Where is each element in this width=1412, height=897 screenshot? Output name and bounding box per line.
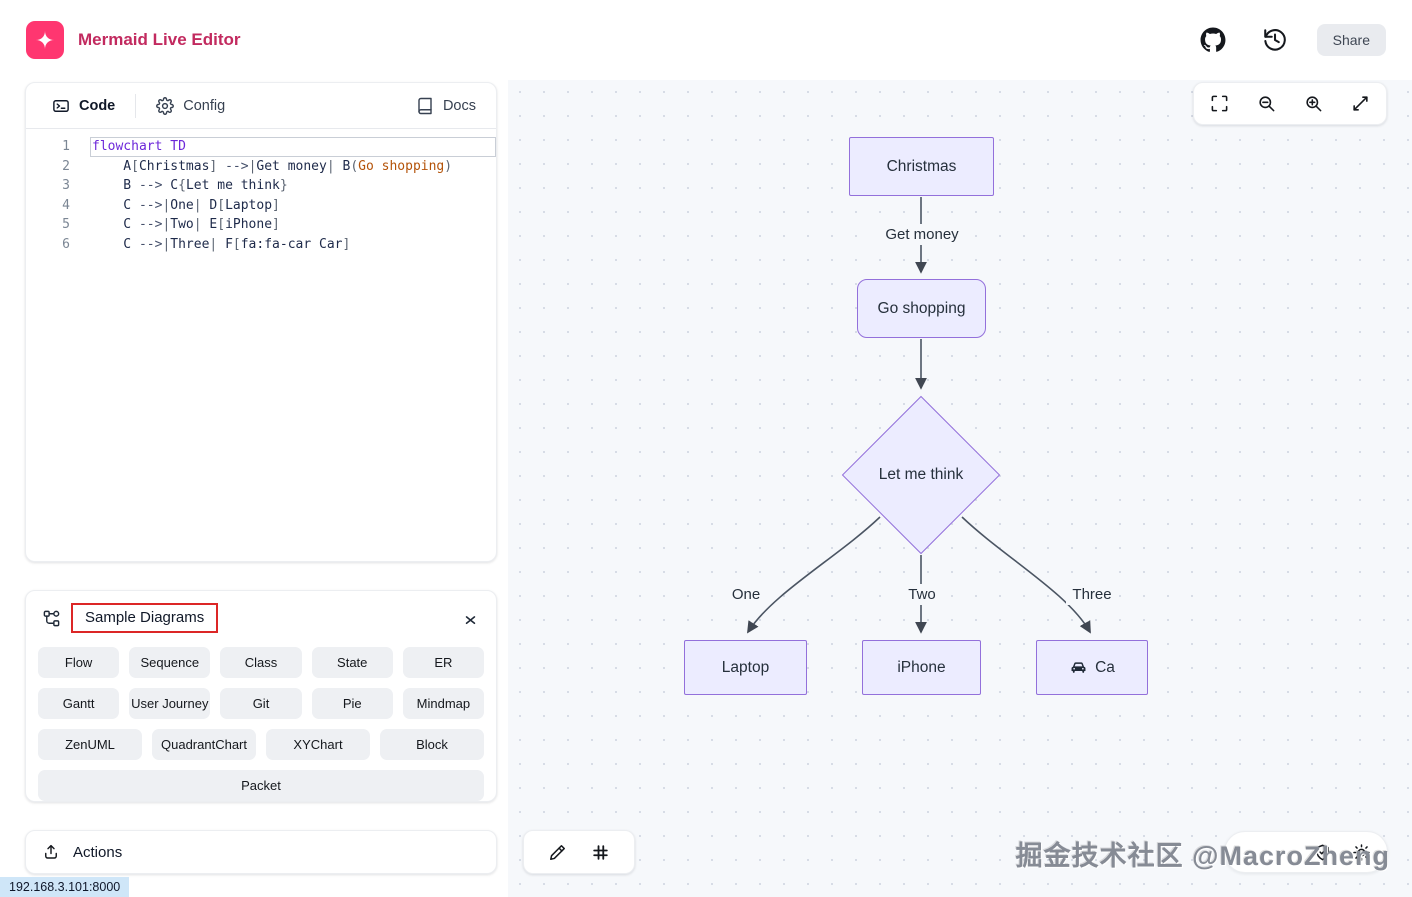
sample-button-block[interactable]: Block bbox=[380, 729, 484, 760]
node-car-label: Ca bbox=[1095, 659, 1115, 677]
collapse-icon[interactable] bbox=[461, 609, 480, 628]
share-button[interactable]: Share bbox=[1317, 24, 1386, 56]
watermark-text: 掘金技术社区 @MacroZheng bbox=[1016, 834, 1390, 873]
code-editor-panel: Code Config Docs 1flowchart TD2 A[Christ… bbox=[25, 82, 497, 562]
sample-diagrams-panel: Sample Diagrams Flow Sequence Class State ER… bbox=[25, 590, 497, 802]
sample-button-mindmap[interactable]: Mindmap bbox=[403, 688, 484, 719]
line-number: 5 bbox=[26, 215, 90, 235]
view-tools bbox=[523, 830, 635, 874]
github-icon[interactable] bbox=[1199, 26, 1227, 54]
node-car: Ca bbox=[1036, 640, 1148, 695]
gear-icon bbox=[156, 97, 174, 115]
node-christmas: Christmas bbox=[849, 137, 994, 196]
node-iphone-label: iPhone bbox=[897, 659, 945, 677]
header: Mermaid Live Editor Share bbox=[0, 0, 1412, 80]
sample-diagrams-header: Sample Diagrams bbox=[36, 599, 486, 637]
tab-docs[interactable]: Docs bbox=[402, 86, 490, 126]
sample-button-state[interactable]: State bbox=[312, 647, 393, 678]
zoom-in-icon[interactable] bbox=[1304, 94, 1323, 113]
tab-config[interactable]: Config bbox=[142, 86, 239, 126]
sample-diagrams-title: Sample Diagrams bbox=[71, 603, 218, 633]
status-url: 192.168.3.101:8000 bbox=[0, 877, 129, 897]
edge-label-one: One bbox=[726, 584, 766, 605]
node-laptop: Laptop bbox=[684, 640, 807, 695]
sample-button-quadrantchart[interactable]: QuadrantChart bbox=[152, 729, 256, 760]
sample-button-xychart[interactable]: XYChart bbox=[266, 729, 370, 760]
code-line-6: 6 C -->|Three| F[fa:fa-car Car] bbox=[26, 235, 496, 255]
sample-button-user-journey[interactable]: User Journey bbox=[129, 688, 210, 719]
editor-tabbar: Code Config Docs bbox=[26, 83, 496, 129]
sample-button-packet[interactable]: Packet bbox=[38, 770, 484, 801]
expand-icon[interactable] bbox=[1351, 94, 1370, 113]
node-go-shopping: Go shopping bbox=[857, 279, 986, 338]
export-icon bbox=[42, 843, 60, 861]
canvas-toolbar bbox=[1193, 82, 1387, 125]
node-christmas-label: Christmas bbox=[887, 158, 957, 176]
grid-icon[interactable] bbox=[591, 843, 610, 862]
sample-button-gantt[interactable]: Gantt bbox=[38, 688, 119, 719]
actions-label: Actions bbox=[73, 844, 122, 861]
line-number: 4 bbox=[26, 196, 90, 216]
fullscreen-icon[interactable] bbox=[1210, 94, 1229, 113]
edge-label-get-money: Get money bbox=[876, 224, 968, 245]
sample-button-flow[interactable]: Flow bbox=[38, 647, 119, 678]
sample-button-class[interactable]: Class bbox=[220, 647, 301, 678]
app-title: Mermaid Live Editor bbox=[78, 30, 240, 50]
car-icon bbox=[1069, 658, 1088, 677]
line-number: 2 bbox=[26, 157, 90, 177]
zoom-out-icon[interactable] bbox=[1257, 94, 1276, 113]
tab-docs-label: Docs bbox=[443, 98, 476, 114]
node-iphone: iPhone bbox=[862, 640, 981, 695]
code-line-3: 3 B --> C{Let me think} bbox=[26, 176, 496, 196]
line-number: 6 bbox=[26, 235, 90, 255]
tab-divider bbox=[135, 94, 136, 118]
sample-button-zenuml[interactable]: ZenUML bbox=[38, 729, 142, 760]
pencil-icon[interactable] bbox=[548, 843, 567, 862]
edge-label-two: Two bbox=[902, 584, 942, 605]
book-icon bbox=[416, 97, 434, 115]
code-lines[interactable]: 1flowchart TD2 A[Christmas] -->|Get mone… bbox=[26, 129, 496, 254]
mermaid-logo bbox=[26, 21, 64, 59]
flow-icon bbox=[42, 609, 61, 628]
code-line-2: 2 A[Christmas] -->|Get money| B(Go shopp… bbox=[26, 157, 496, 177]
tab-code-label: Code bbox=[79, 98, 115, 114]
sample-button-git[interactable]: Git bbox=[220, 688, 301, 719]
line-number: 1 bbox=[26, 137, 90, 157]
history-icon[interactable] bbox=[1261, 26, 1289, 54]
terminal-icon bbox=[52, 97, 70, 115]
node-let-me-think-label: Let me think bbox=[843, 419, 999, 531]
node-go-shopping-label: Go shopping bbox=[878, 300, 966, 318]
tab-code[interactable]: Code bbox=[38, 86, 129, 126]
node-laptop-label: Laptop bbox=[722, 659, 769, 677]
code-line-5: 5 C -->|Two| E[iPhone] bbox=[26, 215, 496, 235]
sample-button-er[interactable]: ER bbox=[403, 647, 484, 678]
edge-label-three: Three bbox=[1066, 584, 1118, 605]
actions-bar[interactable]: Actions bbox=[25, 830, 497, 874]
line-number: 3 bbox=[26, 176, 90, 196]
code-line-4: 4 C -->|One| D[Laptop] bbox=[26, 196, 496, 216]
sample-button-sequence[interactable]: Sequence bbox=[129, 647, 210, 678]
tab-config-label: Config bbox=[183, 98, 225, 114]
sample-buttons: Flow Sequence Class State ER Gantt User Journe… bbox=[36, 647, 486, 801]
code-line-1: 1flowchart TD bbox=[26, 137, 496, 157]
sample-button-pie[interactable]: Pie bbox=[312, 688, 393, 719]
